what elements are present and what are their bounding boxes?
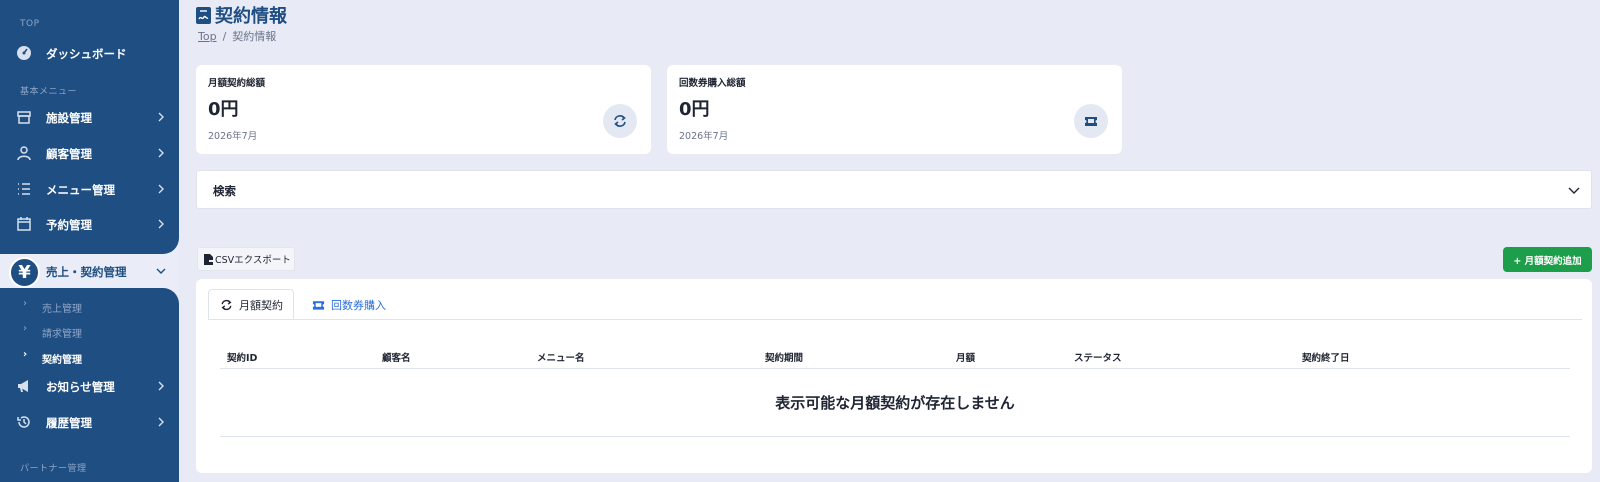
- sidebar-item-customer[interactable]: 顧客管理: [0, 138, 179, 168]
- tab-label: 回数券購入: [331, 298, 386, 312]
- sidebar-subitem-sales[interactable]: › 売上管理: [0, 296, 179, 316]
- calendar-icon: [17, 217, 31, 231]
- chevron-right-icon: ›: [23, 349, 28, 360]
- sidebar-subitem-label: 請求管理: [42, 329, 82, 340]
- monthly-contract-total-card: 月額契約総額 0円 2026年7月: [196, 65, 651, 154]
- chevron-right-icon: [158, 112, 164, 122]
- card-label: 回数券購入総額: [679, 78, 746, 89]
- column-header-monthly-fee[interactable]: 月額: [956, 350, 975, 364]
- sidebar-subitem-contract[interactable]: › 契約管理: [0, 347, 179, 367]
- sidebar-subitem-billing[interactable]: › 請求管理: [0, 321, 179, 341]
- csv-export-label: CSVエクスポート: [215, 255, 291, 266]
- repeat-icon: [221, 299, 232, 310]
- sidebar-subitem-label: 契約管理: [42, 355, 82, 366]
- search-accordion-label: 検索: [213, 184, 236, 198]
- column-header-customer-name[interactable]: 顧客名: [382, 350, 411, 364]
- file-contract-icon: [196, 6, 211, 24]
- ticket-icon: [1074, 104, 1108, 138]
- ticket-icon: [312, 300, 325, 310]
- chevron-right-icon: ›: [23, 323, 27, 334]
- page-title: 契約情報: [196, 2, 287, 28]
- contracts-panel: 月額契約 回数券購入 契約ID 顧客名 メニュー名 契約期間 月額 ステータス …: [196, 279, 1592, 473]
- chevron-right-icon: [158, 417, 164, 427]
- column-header-contract-period[interactable]: 契約期間: [765, 350, 803, 364]
- page-title-text: 契約情報: [215, 6, 287, 27]
- table-header-divider: [220, 368, 1570, 369]
- column-header-contract-id[interactable]: 契約ID: [227, 350, 257, 364]
- store-icon: [17, 111, 31, 124]
- table-bottom-divider: [220, 436, 1570, 437]
- breadcrumb-home-link[interactable]: Top: [198, 30, 217, 43]
- sidebar-item-label: お知らせ管理: [46, 380, 115, 394]
- add-monthly-contract-button[interactable]: + 月額契約追加: [1503, 247, 1592, 272]
- sidebar-item-history[interactable]: 履歴管理: [0, 407, 179, 437]
- card-date: 2026年7月: [679, 131, 729, 142]
- repeat-icon: [603, 104, 637, 138]
- sidebar-item-label: 履歴管理: [46, 416, 92, 430]
- sidebar-subitem-label: 売上管理: [42, 304, 82, 315]
- column-header-status[interactable]: ステータス: [1074, 350, 1122, 364]
- sidebar-item-label: 顧客管理: [46, 147, 92, 161]
- chevron-right-icon: [158, 219, 164, 229]
- tab-monthly-contract[interactable]: 月額契約: [208, 289, 294, 320]
- ticket-purchase-total-card: 回数券購入総額 0円 2026年7月: [667, 65, 1122, 154]
- card-value: 0円: [208, 99, 239, 120]
- sidebar-item-notice[interactable]: お知らせ管理: [0, 371, 179, 401]
- empty-state-message: 表示可能な月額契約が存在しません: [775, 394, 1015, 412]
- breadcrumb: Top / 契約情報: [198, 28, 276, 44]
- chevron-down-icon: [156, 268, 166, 274]
- chevron-right-icon: [158, 184, 164, 194]
- yen-icon: ¥: [9, 257, 40, 288]
- gauge-icon: [17, 46, 31, 60]
- chevron-right-icon: ›: [23, 298, 27, 309]
- sidebar-item-reservation[interactable]: 予約管理: [0, 209, 179, 239]
- sidebar: TOP ダッシュボード 基本メニュー 施設管理 顧客管理 メニュー管理 予約管理: [0, 0, 179, 482]
- list-icon: [18, 183, 30, 195]
- column-header-menu-name[interactable]: メニュー名: [537, 350, 585, 364]
- breadcrumb-separator: /: [222, 30, 227, 43]
- search-accordion[interactable]: 検索: [196, 170, 1592, 209]
- column-header-end-date[interactable]: 契約終了日: [1302, 350, 1350, 364]
- card-label: 月額契約総額: [208, 78, 266, 89]
- megaphone-icon: [18, 380, 28, 392]
- chevron-right-icon: [158, 148, 164, 158]
- sidebar-item-label: 売上・契約管理: [46, 265, 127, 279]
- tab-label: 月額契約: [239, 298, 283, 312]
- sidebar-top-panel: TOP ダッシュボード 基本メニュー 施設管理 顧客管理 メニュー管理 予約管理: [0, 0, 179, 254]
- sidebar-section-top: TOP: [20, 19, 40, 29]
- sidebar-item-label: 予約管理: [46, 218, 92, 232]
- sidebar-item-label: ダッシュボード: [46, 47, 127, 61]
- sidebar-item-menu[interactable]: メニュー管理: [0, 174, 179, 204]
- chevron-right-icon: [158, 381, 164, 391]
- user-icon: [17, 146, 31, 161]
- tabs-divider: [208, 319, 1582, 320]
- sidebar-item-sales-contract[interactable]: ¥ 売上・契約管理: [0, 254, 179, 288]
- sidebar-item-dashboard[interactable]: ダッシュボード: [0, 38, 179, 68]
- chevron-down-icon: [1568, 187, 1580, 194]
- sidebar-item-label: メニュー管理: [46, 183, 115, 197]
- card-date: 2026年7月: [208, 131, 258, 142]
- sidebar-item-label: 施設管理: [46, 111, 92, 125]
- breadcrumb-current: 契約情報: [232, 30, 277, 43]
- sidebar-item-facility[interactable]: 施設管理: [0, 102, 179, 132]
- sidebar-section-basic: 基本メニュー: [20, 87, 78, 97]
- csv-export-button[interactable]: CSVエクスポート: [197, 247, 295, 271]
- file-export-icon: [204, 253, 213, 265]
- tab-ticket-purchase[interactable]: 回数券購入: [312, 289, 386, 320]
- card-value: 0円: [679, 99, 710, 120]
- history-icon: [17, 416, 30, 428]
- sidebar-section-partner: パートナー管理: [20, 464, 87, 474]
- sidebar-bottom-panel: › 売上管理 › 請求管理 › 契約管理 お知らせ管理 履歴管理 パートナー管理: [0, 288, 179, 482]
